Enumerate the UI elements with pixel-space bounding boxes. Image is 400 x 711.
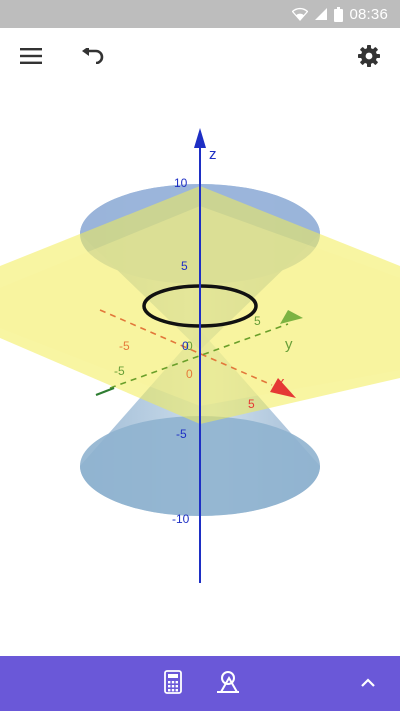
- battery-icon: [334, 6, 344, 22]
- expand-panel-button[interactable]: [352, 668, 384, 700]
- top-toolbar: [0, 28, 400, 88]
- z-tick-5: 5: [181, 259, 188, 273]
- signal-icon: [314, 7, 328, 21]
- graphics-3d-view[interactable]: x -5 0 5 y -5 0 5 z 10 5 0 -5 -10: [0, 88, 400, 656]
- z-axis-arrow: [194, 128, 206, 148]
- settings-icon: [357, 44, 381, 73]
- calculator-icon: [164, 669, 182, 699]
- z-tick-neg10: -10: [172, 512, 190, 526]
- y-axis-name: y: [285, 336, 293, 353]
- z-tick-neg5: -5: [176, 427, 187, 441]
- status-bar: 08:36: [0, 0, 400, 28]
- z-tick-0: 0: [182, 339, 189, 353]
- bottom-bar: [0, 656, 400, 711]
- settings-button[interactable]: [349, 38, 389, 78]
- z-tick-10: 10: [174, 176, 188, 190]
- x-tick-0: 0: [186, 367, 193, 381]
- chevron-up-icon: [360, 675, 376, 693]
- tools-icon: [215, 670, 241, 699]
- y-tick-5: 5: [254, 314, 261, 328]
- tools-button[interactable]: [212, 668, 244, 700]
- status-icons: 08:36: [292, 0, 388, 28]
- status-time: 08:36: [349, 5, 388, 23]
- wifi-icon: [292, 7, 309, 21]
- undo-icon: [81, 45, 105, 69]
- y-axis-solid: [95, 386, 115, 397]
- graphics-canvas[interactable]: x -5 0 5 y -5 0 5 z 10 5 0 -5 -10: [0, 88, 400, 656]
- undo-button[interactable]: [73, 38, 113, 78]
- menu-icon: [20, 47, 42, 69]
- x-tick-5: 5: [248, 397, 255, 411]
- z-axis-name: z: [209, 146, 217, 163]
- y-tick-neg5: -5: [114, 364, 125, 378]
- x-tick-neg5: -5: [119, 339, 130, 353]
- x-axis-name: x: [277, 374, 285, 391]
- menu-button[interactable]: [11, 38, 51, 78]
- algebra-view-button[interactable]: [157, 668, 189, 700]
